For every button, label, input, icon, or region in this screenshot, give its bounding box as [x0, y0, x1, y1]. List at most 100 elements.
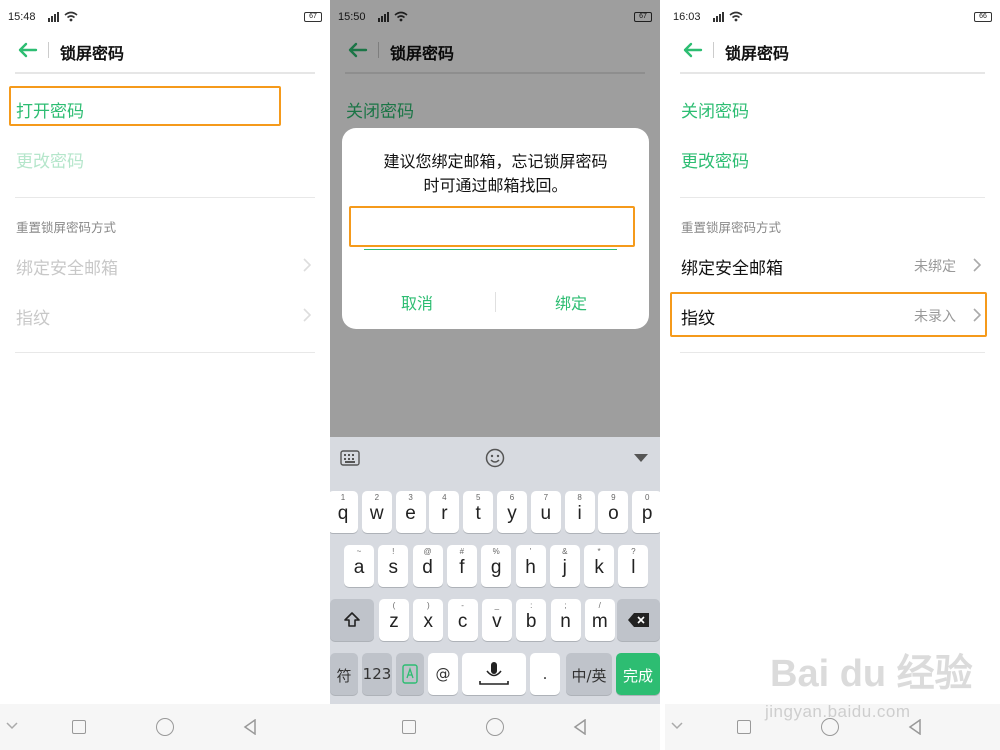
key-e[interactable]: 3e — [395, 491, 426, 533]
email-status: 未绑定 — [914, 259, 956, 275]
back-arrow-icon[interactable] — [681, 41, 703, 59]
close-password-item[interactable]: 关闭密码 — [681, 97, 749, 122]
symbol-key[interactable]: 符 — [330, 653, 358, 695]
keyboard-icon[interactable] — [340, 450, 360, 466]
handwriting-key[interactable] — [396, 653, 424, 695]
key-label: w — [369, 503, 384, 524]
key-u[interactable]: 7u — [530, 491, 561, 533]
backspace-key[interactable] — [617, 599, 660, 641]
title-divider — [15, 72, 315, 74]
collapse-keyboard-icon[interactable] — [633, 453, 649, 463]
chevron-right-icon — [303, 308, 312, 322]
key-hint: % — [492, 547, 500, 556]
page-title: 锁屏密码 — [60, 44, 125, 63]
key-q[interactable]: 1q — [330, 491, 358, 533]
done-key[interactable]: 完成 — [616, 653, 660, 695]
status-time: 15:48 — [8, 11, 36, 23]
emoji-icon[interactable] — [485, 448, 505, 468]
key-hint: - — [461, 601, 464, 610]
bind-email-item: 绑定安全邮箱 — [16, 259, 118, 279]
key-hint: ? — [631, 547, 636, 556]
back-triangle-icon[interactable] — [242, 719, 258, 735]
signal-icon — [48, 12, 59, 22]
key-hint: 1 — [340, 493, 346, 502]
change-password-item[interactable]: 更改密码 — [681, 147, 749, 172]
key-d[interactable]: @ d — [412, 545, 443, 587]
key-hint: ! — [392, 547, 395, 556]
input-underline — [364, 249, 617, 250]
key-hint: ~ — [356, 547, 362, 556]
watermark-logo: Bai du 经验 — [770, 653, 973, 695]
key-i[interactable]: 8i — [564, 491, 595, 533]
key-hint: @ — [423, 547, 432, 556]
wifi-icon — [64, 11, 78, 22]
key-hint: 3 — [408, 493, 413, 502]
chevron-down-icon[interactable] — [6, 721, 18, 731]
key-hint: 0 — [644, 493, 650, 502]
divider — [680, 197, 985, 198]
shift-key[interactable] — [330, 599, 374, 641]
bind-email-item[interactable]: 绑定安全邮箱 — [681, 254, 783, 279]
key-label: 符 — [336, 667, 352, 685]
space-key[interactable] — [462, 653, 526, 695]
cancel-button[interactable]: 取消 — [401, 290, 433, 314]
recents-icon[interactable] — [402, 720, 416, 734]
recents-icon[interactable] — [72, 720, 86, 734]
highlight-box — [670, 292, 987, 337]
status-bar: 16:03 66 — [665, 0, 1000, 32]
dialog-message-line-2: 时可通过邮箱找回。 — [423, 176, 568, 195]
key-n[interactable]: ; n — [550, 599, 581, 641]
key-label: 中/英 — [571, 667, 607, 685]
section-label: 重置锁屏密码方式 — [16, 220, 117, 235]
key-hint: # — [459, 547, 465, 556]
key-t[interactable]: 5t — [463, 491, 494, 533]
key-p[interactable]: 0p — [632, 491, 660, 533]
back-triangle-icon[interactable] — [572, 719, 588, 735]
key-f[interactable]: # f — [446, 545, 477, 587]
key-label: v — [492, 611, 502, 632]
key-s[interactable]: ! s — [378, 545, 409, 587]
chevron-down-icon[interactable] — [671, 721, 683, 731]
key-label: . — [542, 665, 548, 683]
key-v[interactable]: _ v — [481, 599, 512, 641]
baidu-watermark: Bai du 经验 jingyan.baidu.com — [765, 640, 995, 730]
key-c[interactable]: -c — [447, 599, 478, 641]
key-hint: ) — [426, 601, 430, 610]
key-label: 123 — [362, 665, 392, 683]
key-r[interactable]: 4r — [429, 491, 460, 533]
key-k[interactable]: * k — [584, 545, 615, 587]
key-z[interactable]: (z — [379, 599, 409, 641]
key-l[interactable]: ? l — [618, 545, 649, 587]
period-key[interactable]: . — [530, 653, 560, 695]
handwriting-icon — [402, 664, 418, 684]
bind-button[interactable]: 绑定 — [555, 290, 587, 314]
key-hint: 8 — [577, 493, 582, 502]
key-hint: 6 — [509, 493, 515, 502]
key-g[interactable]: % g — [481, 545, 512, 587]
chevron-right-icon — [303, 258, 312, 272]
home-icon[interactable] — [486, 718, 504, 736]
key-w[interactable]: 2w — [361, 491, 392, 533]
number-key[interactable]: 123 — [362, 653, 392, 695]
at-key[interactable]: @ — [428, 653, 458, 695]
key-x[interactable]: ) x — [413, 599, 444, 641]
key-h[interactable]: ' h — [515, 545, 546, 587]
highlight-box — [9, 86, 281, 126]
backspace-icon — [628, 613, 649, 627]
home-icon[interactable] — [156, 718, 174, 736]
recents-icon[interactable] — [737, 720, 751, 734]
key-label: @ — [435, 665, 451, 683]
key-label: k — [594, 557, 604, 578]
keyboard: 1 q 2 w 3 e 4 r 5 t 6 y 7 u 8 i 9 o 0 p ~ a! s @ d # f% g ' h & j * k? l(z… — [330, 437, 660, 704]
key-hint: / — [598, 601, 601, 610]
key-j[interactable]: & j — [549, 545, 580, 587]
key-a[interactable]: ~ a — [344, 545, 374, 587]
key-m[interactable]: / m — [584, 599, 615, 641]
back-arrow-icon[interactable] — [16, 41, 38, 59]
key-b[interactable]: :b — [516, 599, 547, 641]
key-hint: 2 — [374, 493, 380, 502]
key-y[interactable]: 6y — [497, 491, 527, 533]
language-switch-key[interactable]: 中/英 — [566, 653, 612, 695]
key-o[interactable]: 9o — [598, 491, 629, 533]
key-hint: ; — [564, 601, 567, 610]
